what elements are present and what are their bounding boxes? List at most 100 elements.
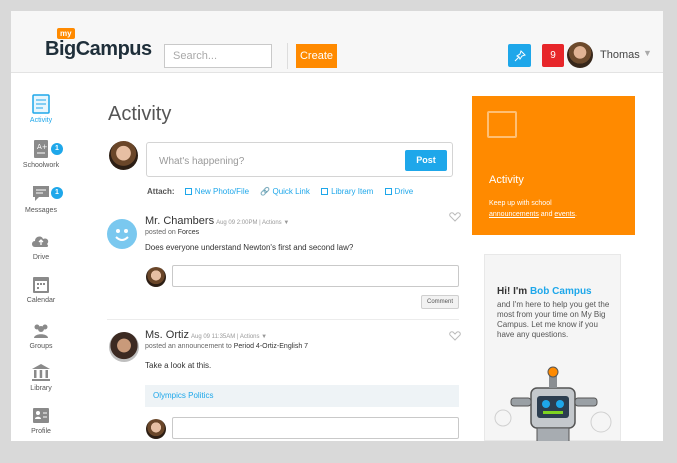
sidebar-item-library[interactable]: Library [11, 362, 71, 392]
post-separator [107, 319, 459, 320]
author-name[interactable]: Ms. Ortiz [145, 329, 189, 341]
author-name[interactable]: Mr. Chambers [145, 215, 214, 227]
comment-avatar [146, 267, 166, 287]
svg-text:A+: A+ [37, 143, 48, 151]
status-input[interactable] [159, 152, 389, 170]
activity-info-card: Activity Keep up with school announcemen… [472, 96, 635, 235]
link-card[interactable]: Olympics Politics [145, 385, 459, 407]
link-icon: 🔗 [260, 187, 271, 196]
search-input[interactable] [164, 44, 272, 68]
attach-photo-link[interactable]: New Photo/File [184, 187, 250, 196]
logo-text: BigCampus [45, 38, 152, 60]
bob-heading: Hi! I'm Bob Campus [497, 286, 592, 297]
messages-badge: 1 [51, 187, 63, 199]
library-icon [32, 364, 50, 381]
newspaper-icon [487, 111, 517, 138]
page-title: Activity [108, 103, 172, 125]
post-avatar[interactable] [109, 332, 139, 362]
robot-mascot [494, 366, 612, 441]
user-name[interactable]: Thomas [600, 49, 640, 61]
sidebar-item-profile[interactable]: Profile [11, 405, 71, 435]
sidebar-label: Library [30, 385, 52, 392]
user-avatar[interactable] [567, 42, 593, 68]
sidebar-item-calendar[interactable]: Calendar [11, 274, 71, 304]
comment-avatar [146, 419, 166, 439]
attach-drive-link[interactable]: Drive [384, 187, 414, 196]
comment-input[interactable] [172, 417, 459, 439]
sidebar-item-schoolwork[interactable]: A+ Schoolwork 1 [11, 139, 71, 169]
pin-button[interactable] [508, 44, 531, 67]
schoolwork-badge: 1 [51, 143, 63, 155]
drive-icon [384, 188, 392, 195]
posted-prefix: posted an announcement to [145, 343, 232, 350]
schoolwork-icon: A+ [34, 140, 48, 158]
sidebar-label: Activity [29, 117, 53, 124]
composer-avatar [109, 141, 138, 170]
bob-body: and I'm here to help you get the most fr… [497, 300, 610, 339]
attach-quicklink-link[interactable]: 🔗 Quick Link [260, 187, 310, 196]
posted-on: posted on Forces [145, 229, 199, 236]
sidebar-label: Drive [32, 254, 50, 261]
post-text: Does everyone understand Newton's first … [145, 243, 354, 252]
sidebar-label: Groups [29, 343, 53, 350]
post-author[interactable]: Ms. Ortiz Aug 09 11:35AM | Actions ▼ [145, 329, 267, 341]
post-meta[interactable]: Aug 09 11:35AM | Actions ▼ [191, 334, 267, 340]
comment-input[interactable] [172, 265, 459, 287]
library-item-icon [321, 188, 329, 195]
create-button[interactable]: Create [296, 44, 337, 68]
attach-photo-label: New Photo/File [194, 187, 250, 196]
posted-target-link[interactable]: Forces [178, 229, 199, 236]
attach-library-link[interactable]: Library Item [321, 187, 373, 196]
sidebar: Activity A+ Schoolwork 1 Messages 1 Driv… [11, 74, 71, 441]
attach-row: Attach: New Photo/File 🔗 Quick Link Libr… [147, 187, 422, 196]
attach-library-label: Library Item [331, 187, 374, 196]
sidebar-item-activity[interactable]: Activity [11, 94, 71, 124]
smiley-icon [115, 229, 129, 241]
profile-icon [33, 408, 49, 423]
post-text: Take a look at this. [145, 361, 212, 370]
pin-icon [514, 49, 526, 61]
sidebar-label: Profile [31, 428, 51, 435]
bob-heading-prefix: Hi! I'm [497, 286, 528, 297]
card-desc-prefix: Keep up with school [489, 200, 552, 207]
heart-icon[interactable] [449, 212, 461, 222]
groups-icon [34, 324, 48, 338]
header-divider [287, 43, 288, 69]
sidebar-item-messages[interactable]: Messages 1 [11, 184, 71, 214]
sidebar-item-drive[interactable]: Drive [11, 231, 71, 261]
card-title: Activity [489, 174, 524, 186]
posted-prefix: posted on [145, 229, 176, 236]
chevron-down-icon[interactable]: ▼ [643, 48, 652, 58]
post-button[interactable]: Post [405, 150, 447, 171]
link-title[interactable]: Olympics Politics [153, 391, 213, 400]
messages-icon [33, 186, 49, 201]
activity-icon [32, 94, 50, 114]
sidebar-label: Schoolwork [22, 162, 60, 169]
logo[interactable]: my BigCampus [45, 28, 155, 62]
attach-label: Attach: [147, 187, 175, 196]
bob-campus-card: Hi! I'm Bob Campus and I'm here to help … [484, 254, 621, 441]
heart-icon[interactable] [449, 331, 461, 341]
sidebar-label: Calendar [26, 297, 56, 304]
comment-button[interactable]: Comment [421, 295, 459, 309]
post-meta[interactable]: Aug 09 2:00PM | Actions ▼ [216, 220, 289, 226]
attach-quicklink-label: Quick Link [272, 187, 310, 196]
post-avatar[interactable] [107, 219, 137, 249]
posted-announcement: posted an announcement to Period 4-Ortiz… [145, 343, 308, 350]
card-desc-period: . [575, 211, 577, 218]
attach-drive-label: Drive [394, 187, 414, 196]
events-link[interactable]: events [554, 211, 575, 218]
calendar-icon [33, 277, 49, 293]
sidebar-item-groups[interactable]: Groups [11, 320, 71, 350]
post-author[interactable]: Mr. Chambers Aug 09 2:00PM | Actions ▼ [145, 215, 289, 227]
notification-badge[interactable]: 9 [542, 44, 564, 67]
posted-target-link[interactable]: Period 4-Ortiz-English 7 [234, 343, 308, 350]
sidebar-label: Messages [25, 207, 57, 214]
announcements-link[interactable]: announcements [489, 211, 539, 218]
cloud-icon [32, 236, 49, 247]
photo-icon [184, 188, 192, 195]
card-desc-and: and [540, 211, 553, 218]
card-description: Keep up with school announcements and ev… [489, 198, 629, 220]
app-frame: my BigCampus Create 9 Thomas ▼ Activity … [11, 11, 663, 441]
top-bar: my BigCampus Create 9 Thomas ▼ [11, 11, 663, 73]
